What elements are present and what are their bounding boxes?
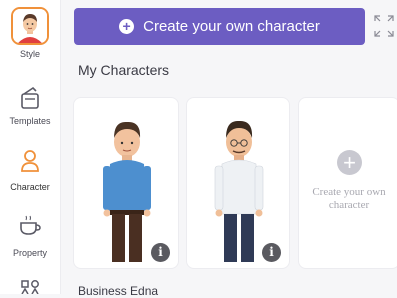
sidebar-item-character[interactable]: Character	[0, 148, 60, 192]
sidebar-item-label: Style	[19, 49, 40, 59]
create-character-button[interactable]: + Create your own character	[74, 8, 365, 45]
sidebar-item-shapes[interactable]	[0, 278, 60, 294]
create-character-card[interactable]: + Create your own character	[298, 97, 397, 269]
sidebar-item-label: Property	[12, 248, 47, 258]
character-card[interactable]: i	[73, 97, 179, 269]
sidebar-item-property[interactable]: Property	[0, 214, 60, 258]
character-card[interactable]: i	[186, 97, 290, 269]
templates-icon	[21, 86, 39, 109]
create-card-line1: Create your own	[312, 186, 386, 198]
sidebar-item-templates[interactable]: Templates	[0, 86, 60, 126]
section-heading: My Characters	[78, 62, 170, 78]
character-name-label: Business Edna	[78, 284, 159, 298]
property-icon	[20, 215, 41, 235]
sidebar-item-label: Templates	[9, 116, 51, 126]
expand-icon[interactable]	[372, 12, 396, 40]
sidebar-item-style[interactable]: Style	[0, 0, 60, 59]
info-icon[interactable]: i	[262, 243, 281, 262]
plus-icon: +	[337, 150, 362, 175]
character-icon	[21, 150, 39, 172]
sidebar: Style Templates Character Property	[0, 0, 61, 294]
info-icon[interactable]: i	[151, 243, 170, 262]
create-character-label: Create your own character	[143, 18, 320, 35]
create-card-line2: character	[328, 199, 370, 211]
shapes-icon	[21, 280, 39, 294]
sidebar-item-label: Character	[10, 182, 50, 192]
create-card-label: Create your own character	[299, 186, 397, 212]
avatar-icon	[11, 7, 49, 45]
plus-icon: +	[119, 19, 135, 34]
